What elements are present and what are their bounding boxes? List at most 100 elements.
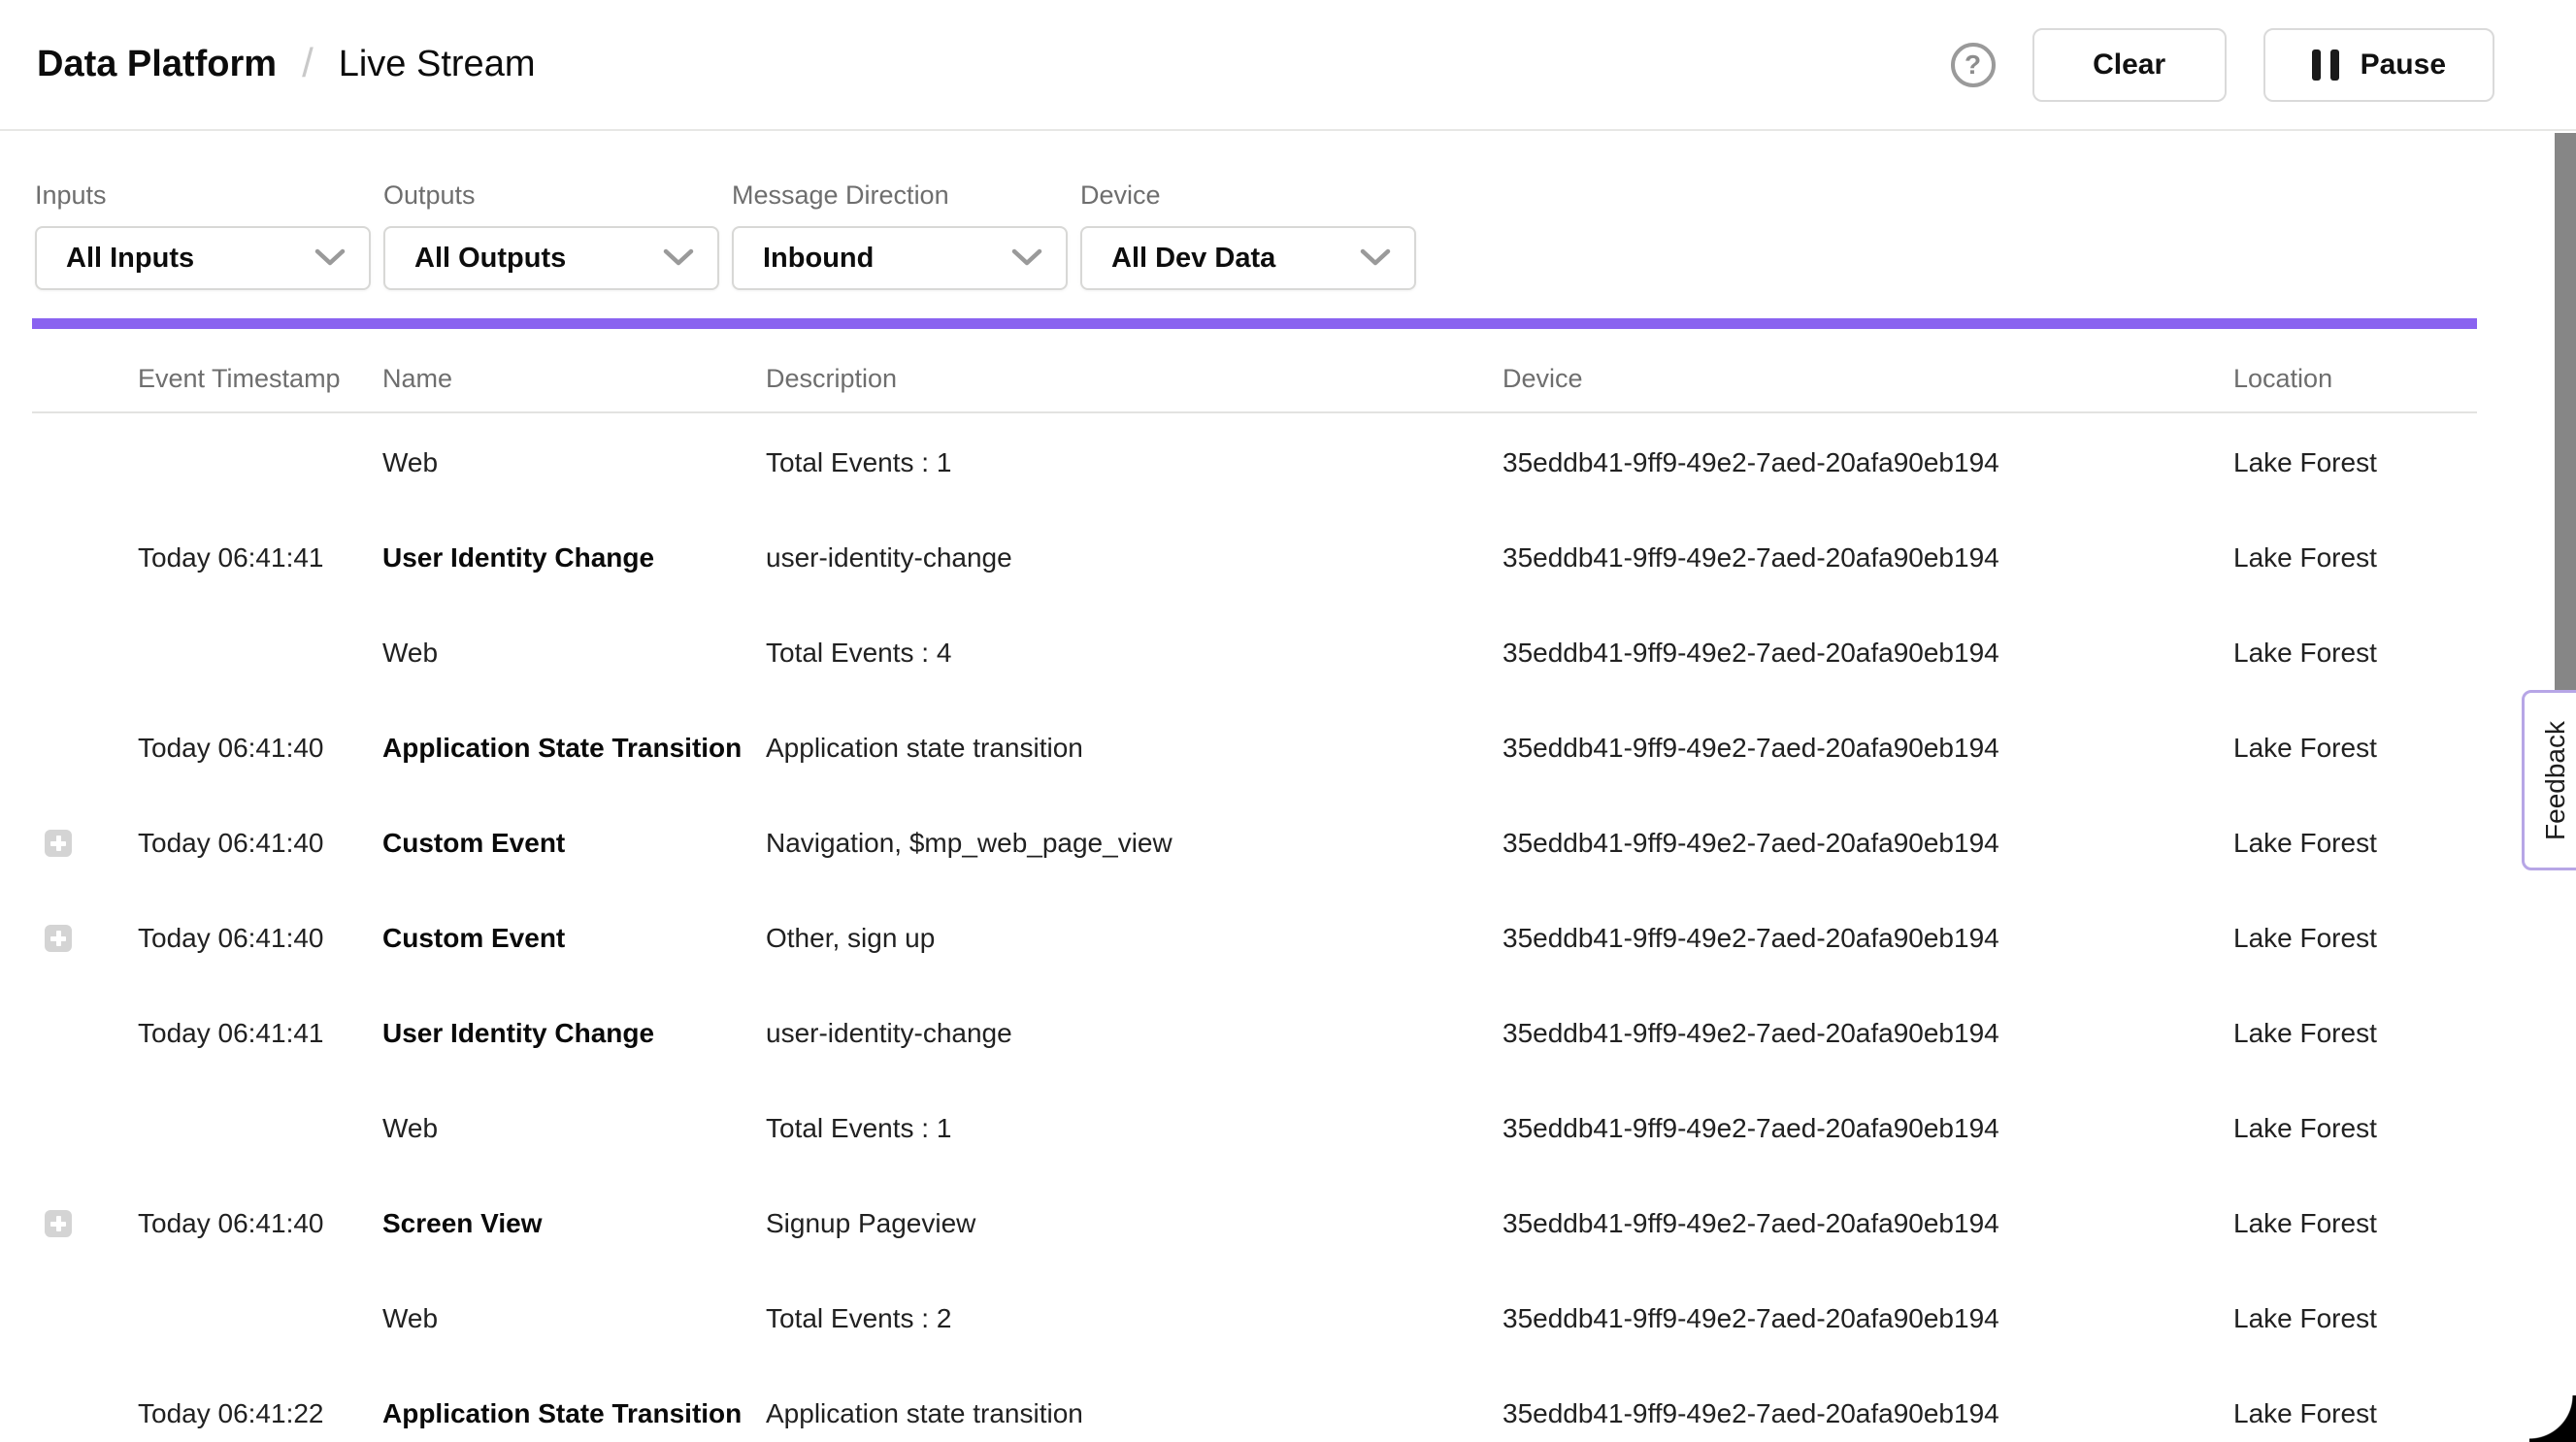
- table-row[interactable]: Today 06:41:40 Custom Event Navigation, …: [32, 796, 2477, 891]
- event-device: 35eddb41-9ff9-49e2-7aed-20afa90eb194: [1503, 638, 2233, 669]
- device-dropdown[interactable]: All Dev Data: [1080, 226, 1416, 290]
- event-device: 35eddb41-9ff9-49e2-7aed-20afa90eb194: [1503, 828, 2233, 859]
- help-icon[interactable]: ?: [1951, 43, 1996, 87]
- table-row[interactable]: Web Total Events : 4 35eddb41-9ff9-49e2-…: [32, 606, 2477, 701]
- vertical-scrollbar[interactable]: [2555, 133, 2576, 691]
- event-timestamp: Today 06:41:40: [138, 923, 382, 954]
- pause-button-label: Pause: [2361, 49, 2446, 82]
- outputs-dropdown[interactable]: All Outputs: [383, 226, 719, 290]
- breadcrumb-data-platform[interactable]: Data Platform: [37, 44, 277, 85]
- table-row[interactable]: Web Total Events : 1 35eddb41-9ff9-49e2-…: [32, 415, 2477, 510]
- event-description: Navigation, $mp_web_page_view: [766, 828, 1503, 859]
- event-location: Lake Forest: [2233, 1018, 2477, 1049]
- accent-divider: [32, 318, 2477, 329]
- filter-device-label: Device: [1080, 180, 1416, 211]
- screen-corner: [2529, 1395, 2576, 1442]
- inputs-dropdown[interactable]: All Inputs: [35, 226, 371, 290]
- event-location: Lake Forest: [2233, 542, 2477, 574]
- outputs-dropdown-value: All Outputs: [414, 243, 566, 275]
- event-device: 35eddb41-9ff9-49e2-7aed-20afa90eb194: [1503, 1113, 2233, 1144]
- event-device: 35eddb41-9ff9-49e2-7aed-20afa90eb194: [1503, 923, 2233, 954]
- expand-cell: [32, 1400, 138, 1427]
- event-location: Lake Forest: [2233, 733, 2477, 764]
- event-description: Application state transition: [766, 1398, 1503, 1429]
- event-name: User Identity Change: [382, 1018, 766, 1049]
- filter-inputs: Inputs All Inputs: [35, 180, 371, 290]
- header-actions: ? Clear Pause: [1951, 28, 2494, 102]
- column-header-location: Location: [2233, 364, 2477, 394]
- event-description: Application state transition: [766, 733, 1503, 764]
- pause-button[interactable]: Pause: [2263, 28, 2494, 102]
- expand-cell: [32, 1115, 138, 1142]
- column-header-event-timestamp: Event Timestamp: [138, 364, 382, 394]
- event-description: Total Events : 1: [766, 447, 1503, 478]
- event-timestamp: Today 06:41:40: [138, 1208, 382, 1239]
- event-description: Total Events : 4: [766, 638, 1503, 669]
- expand-cell: [32, 544, 138, 572]
- filter-device: Device All Dev Data: [1080, 180, 1416, 290]
- table-row[interactable]: Today 06:41:40 Screen View Signup Pagevi…: [32, 1176, 2477, 1271]
- expand-cell: [32, 639, 138, 667]
- expand-cell: [32, 1020, 138, 1047]
- event-name: User Identity Change: [382, 542, 766, 574]
- filter-outputs-label: Outputs: [383, 180, 719, 211]
- column-header-name: Name: [382, 364, 766, 394]
- event-device: 35eddb41-9ff9-49e2-7aed-20afa90eb194: [1503, 1208, 2233, 1239]
- event-timestamp: Today 06:41:41: [138, 542, 382, 574]
- chevron-down-icon: [663, 248, 694, 268]
- column-header-description: Description: [766, 364, 1503, 394]
- table-row[interactable]: Today 06:41:40 Custom Event Other, sign …: [32, 891, 2477, 986]
- expand-cell: [32, 925, 138, 952]
- event-location: Lake Forest: [2233, 1398, 2477, 1429]
- table-row[interactable]: Today 06:41:40 Application State Transit…: [32, 701, 2477, 796]
- event-name: Web: [382, 1113, 766, 1144]
- feedback-tab[interactable]: Feedback: [2522, 690, 2576, 870]
- pause-icon: [2312, 49, 2339, 81]
- expand-plus-icon[interactable]: [45, 1210, 72, 1237]
- table-row[interactable]: Today 06:41:41 User Identity Change user…: [32, 510, 2477, 606]
- event-device: 35eddb41-9ff9-49e2-7aed-20afa90eb194: [1503, 1398, 2233, 1429]
- expand-cell: [32, 735, 138, 762]
- chevron-down-icon: [1011, 248, 1042, 268]
- filter-outputs: Outputs All Outputs: [383, 180, 719, 290]
- event-location: Lake Forest: [2233, 828, 2477, 859]
- event-name: Custom Event: [382, 828, 766, 859]
- table-row[interactable]: Today 06:41:41 User Identity Change user…: [32, 986, 2477, 1081]
- event-name: Web: [382, 447, 766, 478]
- event-description: Other, sign up: [766, 923, 1503, 954]
- event-name: Custom Event: [382, 923, 766, 954]
- message-direction-dropdown-value: Inbound: [763, 243, 874, 275]
- event-location: Lake Forest: [2233, 1208, 2477, 1239]
- live-stream-screen: Data Platform / Live Stream ? Clear Paus…: [0, 0, 2576, 1442]
- breadcrumb-separator: /: [302, 40, 314, 86]
- event-location: Lake Forest: [2233, 447, 2477, 478]
- table-row[interactable]: Web Total Events : 2 35eddb41-9ff9-49e2-…: [32, 1271, 2477, 1366]
- table-row[interactable]: Web Total Events : 1 35eddb41-9ff9-49e2-…: [32, 1081, 2477, 1176]
- event-description: user-identity-change: [766, 542, 1503, 574]
- expand-plus-icon[interactable]: [45, 925, 72, 952]
- event-timestamp: Today 06:41:41: [138, 1018, 382, 1049]
- filter-inputs-label: Inputs: [35, 180, 371, 211]
- event-location: Lake Forest: [2233, 1303, 2477, 1334]
- event-name: Application State Transition: [382, 733, 766, 764]
- event-name: Web: [382, 638, 766, 669]
- expand-cell: [32, 1210, 138, 1237]
- event-timestamp: Today 06:41:40: [138, 828, 382, 859]
- filter-message-direction: Message Direction Inbound: [732, 180, 1068, 290]
- table-header: Event Timestamp Name Description Device …: [32, 329, 2477, 413]
- chevron-down-icon: [1360, 248, 1391, 268]
- top-bar: Data Platform / Live Stream ? Clear Paus…: [0, 0, 2576, 131]
- event-location: Lake Forest: [2233, 638, 2477, 669]
- column-header-device: Device: [1503, 364, 2233, 394]
- message-direction-dropdown[interactable]: Inbound: [732, 226, 1068, 290]
- page-title: Live Stream: [339, 44, 536, 85]
- inputs-dropdown-value: All Inputs: [66, 243, 194, 275]
- clear-button[interactable]: Clear: [2032, 28, 2227, 102]
- expand-cell: [32, 449, 138, 476]
- table-row[interactable]: Today 06:41:22 Application State Transit…: [32, 1366, 2477, 1442]
- event-description: Total Events : 1: [766, 1113, 1503, 1144]
- feedback-tab-label: Feedback: [2540, 721, 2571, 840]
- expand-cell: [32, 1305, 138, 1332]
- filter-message-direction-label: Message Direction: [732, 180, 1068, 211]
- expand-plus-icon[interactable]: [45, 830, 72, 857]
